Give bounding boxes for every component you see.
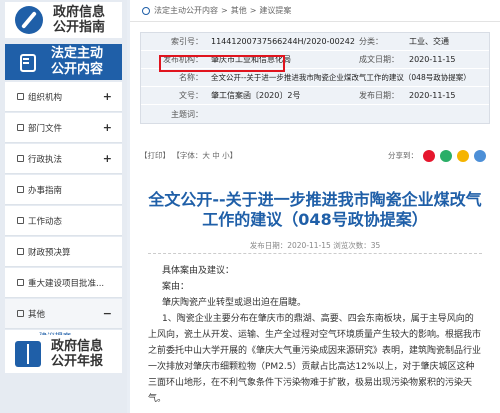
index-label: 索引号： [171,37,203,46]
sidebar-item-enforcement[interactable]: 行政执法 + [5,144,122,174]
folder-icon [17,124,24,131]
article-title: 全文公开--关于进一步推进我市陶瓷企业煤改气工作的建议（048号政协提案） [148,190,482,229]
info-row: 索引号： 11441200737566244H/2020-00242 分类： 工… [141,33,489,51]
document-icon [17,52,37,72]
print-button[interactable]: 【打印】 [140,151,170,160]
date-label: 成文日期： [359,55,399,64]
article-body: 具体案由及建议： 案由： 肇庆陶瓷产业转型或退出迫在眉睫。 1、陶瓷企业主要分布… [148,263,482,407]
folder-icon [17,186,24,193]
doc-value: 肇工信案函〔2020〕2号 [211,91,301,100]
plus-icon[interactable]: + [103,122,112,133]
name-label: 名称： [179,73,203,82]
folder-icon [17,217,24,224]
info-table: 索引号： 11441200737566244H/2020-00242 分类： 工… [140,32,490,124]
pub-label: 发布日期： [359,91,399,100]
sidebar-item-label: 工作动态 [28,216,63,227]
compass-icon [15,6,43,34]
paragraph: 肇庆陶瓷产业转型或退出迫在眉睫。 [162,298,307,308]
guide-link[interactable]: 政府信息公开指南 [5,2,122,38]
article-tools: 【打印】 【字体：大 中 小】 分享到： [140,150,490,164]
wechat-icon[interactable] [440,150,452,162]
folder-icon [17,279,24,286]
folder-icon [17,155,24,162]
breadcrumb-item[interactable]: 建议提案 [259,5,291,16]
info-row: 主题词： [141,105,489,123]
sidebar-item-label: 行政执法 [28,154,63,165]
breadcrumb-item[interactable]: 法定主动公开内容 [154,5,218,16]
active-section[interactable]: 法定主动公开内容 [5,44,122,80]
paragraph: 1、陶瓷企业主要分布在肇庆市的鼎湖、高要、四会东南板块，属于主导风向的上风向，瓷… [148,314,482,404]
sidebar-item-other[interactable]: 其他 − [5,299,122,329]
breadcrumb-item[interactable]: 其他 [231,5,247,16]
sidebar-item-guide[interactable]: 办事指南 [5,175,122,205]
info-row: 文号： 肇工信案函〔2020〕2号 发布日期： 2020-11-15 [141,87,489,105]
highlight-box [159,55,285,72]
article-meta: 发布日期：2020-11-15 浏览次数：35 [249,241,381,250]
breadcrumb: 法定主动公开内容 > 其他 > 建议提案 [130,0,500,22]
doc-label: 文号： [179,91,203,100]
sidebar-item-projects[interactable]: 重大建设项目批准... [5,268,122,298]
share-bar: 分享到： [388,150,486,162]
annual-report-link[interactable]: 政府信息公开年报 [5,335,122,373]
sidebar-item-news[interactable]: 工作动态 [5,206,122,236]
qzone-icon[interactable] [457,150,469,162]
breadcrumb-sep: > [221,6,228,15]
plus-icon[interactable]: + [103,91,112,102]
category-label: 分类： [359,37,383,46]
subject-label: 主题词： [171,109,203,119]
breadcrumb-sep: > [249,6,257,15]
sidebar-item-label: 其他 [28,309,46,320]
sidebar-item-label: 财政预决算 [28,247,71,258]
sidebar-item-label: 重大建设项目批准... [28,278,105,289]
weibo-icon[interactable] [423,150,435,162]
divider [148,253,482,254]
pub-value: 2020-11-15 [409,91,456,100]
share-more-icon[interactable] [474,150,486,162]
sidebar-item-label: 部门文件 [28,123,63,134]
paragraph: 具体案由及建议： [162,266,235,276]
home-icon [142,6,150,15]
sidebar-item-docs[interactable]: 部门文件 + [5,113,122,143]
annual-report-title: 政府信息公开年报 [51,339,104,369]
guide-title: 政府信息公开指南 [53,5,106,35]
minus-icon[interactable]: − [103,308,112,319]
sidebar-item-budget[interactable]: 财政预决算 [5,237,122,267]
index-value: 11441200737566244H/2020-00242 [211,37,355,46]
category-value: 工业、交通 [409,37,449,46]
font-size-control[interactable]: 【字体：大 中 小】 [172,151,237,160]
book-icon [15,341,41,367]
sidebar: 政府信息公开指南 法定主动公开内容 组织机构 + 部门文件 + 行政执法 + 办… [0,0,127,413]
sidebar-item-label: 组织机构 [28,92,63,103]
sidebar-item-label: 办事指南 [28,185,63,196]
folder-icon [17,310,24,317]
main-content: 法定主动公开内容 > 其他 > 建议提案 索引号： 11441200737566… [130,0,500,413]
active-section-title: 法定主动公开内容 [51,46,104,77]
paragraph: 案由： [162,282,190,292]
sidebar-item-org[interactable]: 组织机构 + [5,82,122,112]
folder-icon [17,93,24,100]
share-label: 分享到： [388,151,418,160]
plus-icon[interactable]: + [103,153,112,164]
date-value: 2020-11-15 [409,55,456,64]
name-value: 全文公开--关于进一步推进我市陶瓷企业煤改气工作的建议（048号政协提案） [211,73,471,82]
folder-icon [17,248,24,255]
sidebar-menu: 组织机构 + 部门文件 + 行政执法 + 办事指南 工作动态 财政预决算 重大建… [5,82,122,346]
